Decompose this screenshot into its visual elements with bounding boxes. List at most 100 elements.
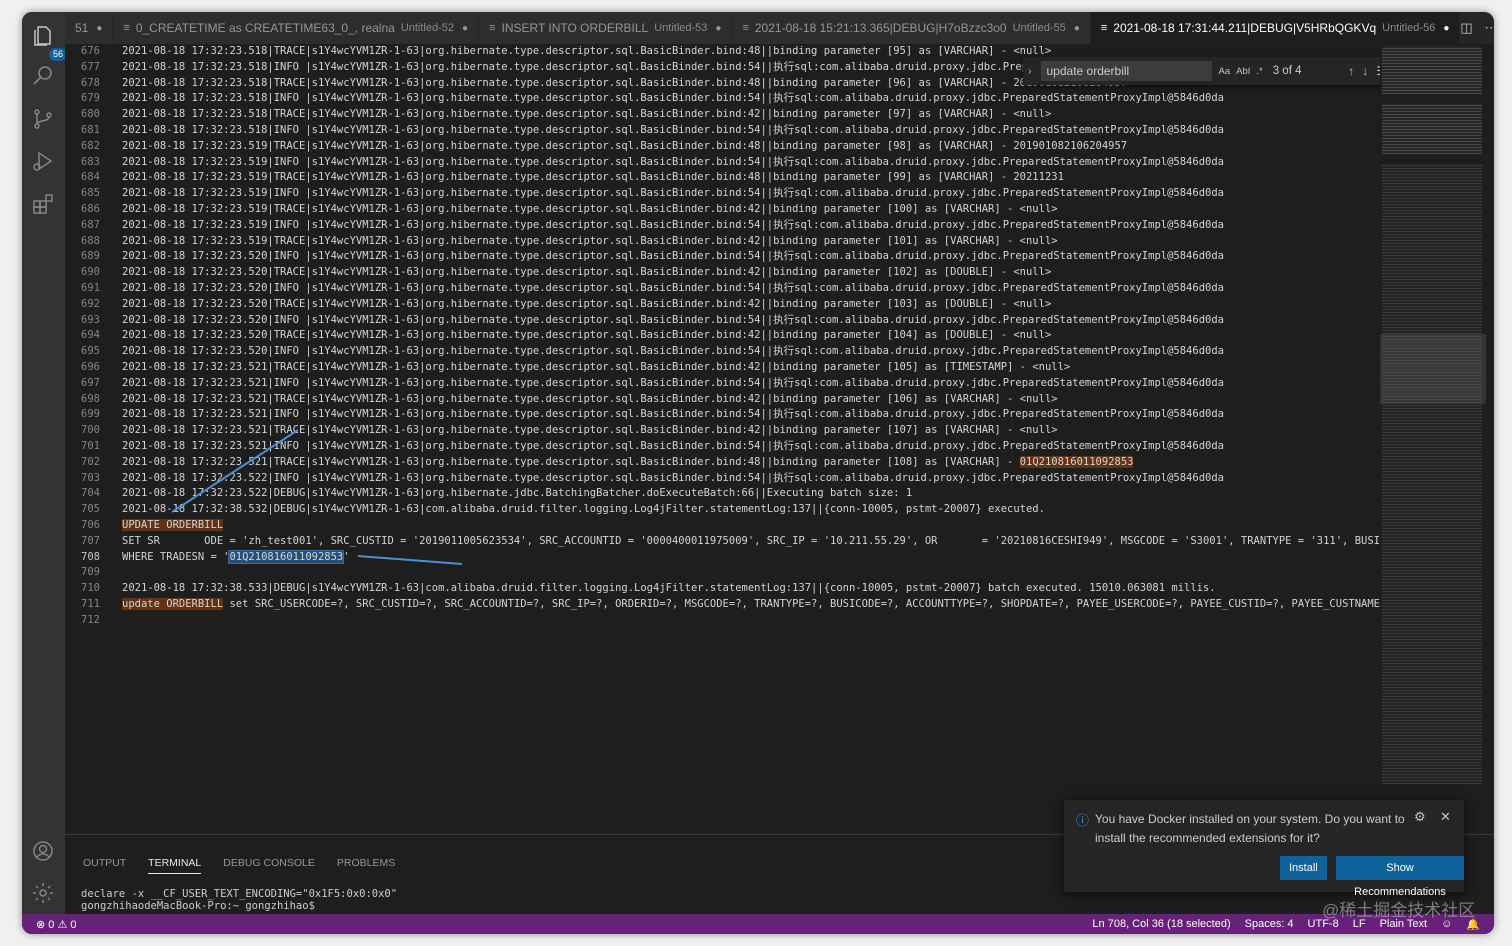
accounts-icon[interactable] [31, 839, 55, 863]
match-whole-word-icon[interactable]: AbI [1236, 66, 1250, 77]
line-text: ' [343, 550, 350, 563]
show-recommendations-button[interactable]: Show Recommendations [1336, 856, 1464, 898]
minimap[interactable] [1380, 44, 1494, 790]
editor-tab-untitled-55[interactable]: ≡ 2021-08-18 15:21:13.365|DEBUG|H7oBzzc3… [732, 12, 1091, 44]
search-icon[interactable] [31, 64, 55, 88]
line-text: 2021-08-18 17:32:23.521|INFO |s1Y4wcYVM1… [122, 439, 1224, 452]
line-text: 2021-08-18 17:32:23.521|TRACE|s1Y4wcYVM1… [122, 455, 1020, 468]
previous-match-arrow-up-icon[interactable]: ↑ [1348, 64, 1354, 78]
code-line[interactable]: 693 2021-08-18 17:32:23.520|INFO |s1Y4wcY… [65, 313, 1380, 329]
panel-tab-output[interactable]: OUTPUT [83, 857, 126, 874]
code-line[interactable]: 685 2021-08-18 17:32:23.519|INFO |s1Y4wcY… [65, 186, 1380, 202]
panel-tab-problems[interactable]: PROBLEMS [337, 857, 395, 874]
code-line[interactable]: 701 2021-08-18 17:32:23.521|INFO |s1Y4wcY… [65, 439, 1380, 455]
code-line[interactable]: 712 [65, 613, 1380, 629]
code-line[interactable]: 705 2021-08-18 17:32:38.532|DEBUG|s1Y4wcY… [65, 502, 1380, 518]
code-line[interactable]: 681 2021-08-18 17:32:23.518|INFO |s1Y4wcY… [65, 123, 1380, 139]
source-control-icon[interactable] [31, 107, 55, 131]
code-line[interactable]: 697 2021-08-18 17:32:23.521|INFO |s1Y4wcY… [65, 376, 1380, 392]
use-regex-icon[interactable]: .* [1256, 66, 1262, 77]
code-line[interactable]: 680 2021-08-18 17:32:23.518|TRACE|s1Y4wcY… [65, 107, 1380, 123]
cursor-position[interactable]: Ln 708, Col 36 (18 selected) [1092, 918, 1230, 931]
line-text: set SRC_USERCODE=?, SRC_CUSTID=?, SRC_AC… [223, 597, 1380, 610]
code-line[interactable]: 698 2021-08-18 17:32:23.521|TRACE|s1Y4wcY… [65, 392, 1380, 408]
panel-tab-debug-console[interactable]: DEBUG CONSOLE [223, 857, 315, 874]
notification-settings-gear-icon[interactable]: ⚙ [1414, 809, 1426, 825]
editor-tab-untitled-56[interactable]: ≡ 2021-08-18 17:31:44.211|DEBUG|V5HRbQGK… [1090, 12, 1461, 44]
line-text: 2021-08-18 17:32:23.521|INFO |s1Y4wcYVM1… [122, 408, 1224, 421]
code-line[interactable]: 709 [65, 565, 1380, 581]
code-line[interactable]: 691 2021-08-18 17:32:23.520|INFO |s1Y4wcY… [65, 281, 1380, 297]
file-lines-icon: ≡ [489, 22, 496, 34]
line-text: 2021-08-18 17:32:23.519|TRACE|s1Y4wcYVM1… [122, 234, 1058, 247]
tab-description: Untitled-56 [1382, 22, 1436, 34]
line-number: 697 [81, 376, 100, 389]
code-line[interactable]: 703 2021-08-18 17:32:23.522|INFO |s1Y4wcY… [65, 471, 1380, 487]
unsaved-dot-icon[interactable]: ● [1443, 23, 1449, 34]
editor-tab-51[interactable]: 51 ● [65, 12, 114, 44]
unsaved-dot-icon[interactable]: ● [462, 23, 468, 34]
match-case-icon[interactable]: Aa [1218, 66, 1230, 77]
code-line[interactable]: 706 UPDATE ORDERBILL [65, 518, 1380, 534]
code-line[interactable]: 704 2021-08-18 17:32:23.522|DEBUG|s1Y4wcY… [65, 486, 1380, 502]
settings-gear-icon[interactable] [31, 881, 55, 905]
explorer-icon[interactable]: 56 [31, 24, 68, 61]
code-line[interactable]: 694 2021-08-18 17:32:23.520|TRACE|s1Y4wcY… [65, 328, 1380, 344]
find-input[interactable] [1040, 61, 1213, 81]
line-text: 2021-08-18 17:32:23.519|INFO |s1Y4wcYVM1… [122, 187, 1224, 200]
code-line[interactable]: 684 2021-08-18 17:32:23.519|TRACE|s1Y4wcY… [65, 170, 1380, 186]
editor-tab-untitled-53[interactable]: ≡ INSERT INTO ORDERBILL Untitled-53 ● [479, 12, 733, 44]
run-debug-icon[interactable] [31, 149, 55, 173]
line-number: 685 [81, 187, 100, 200]
minimap-slider[interactable] [1380, 334, 1488, 404]
line-text: 2021-08-18 17:32:23.520|INFO |s1Y4wcYVM1… [122, 345, 1224, 358]
line-number: 710 [81, 582, 100, 595]
extensions-icon[interactable] [31, 192, 55, 216]
unsaved-dot-icon[interactable]: ● [715, 23, 721, 34]
watermark: @稀土掘金技术社区 [1322, 901, 1476, 920]
line-number: 692 [81, 297, 100, 310]
code-line[interactable]: 702 2021-08-18 17:32:23.521|TRACE|s1Y4wcY… [65, 455, 1380, 471]
line-text: 2021-08-18 17:32:23.520|TRACE|s1Y4wcYVM1… [122, 329, 1052, 342]
toggle-replace-chevron-icon[interactable]: › [1023, 66, 1037, 77]
code-line[interactable]: 688 2021-08-18 17:32:23.519|TRACE|s1Y4wcY… [65, 234, 1380, 250]
split-editor-icon[interactable]: ◫ [1460, 20, 1472, 36]
terminal-prompt[interactable]: gongzhihaodeMacBook-Pro:~ gongzhihao$ [81, 900, 315, 912]
line-text: 2021-08-18 17:32:23.521|TRACE|s1Y4wcYVM1… [122, 360, 1071, 373]
indentation[interactable]: Spaces: 4 [1245, 918, 1294, 931]
code-line[interactable]: 689 2021-08-18 17:32:23.520|INFO |s1Y4wcY… [65, 249, 1380, 265]
code-line[interactable]: 708 WHERE TRADESN = '01Q210816011092853' [65, 549, 1380, 566]
code-line[interactable]: 682 2021-08-18 17:32:23.519|TRACE|s1Y4wcY… [65, 139, 1380, 155]
line-text: 2021-08-18 17:32:38.533|DEBUG|s1Y4wcYVM1… [122, 582, 1216, 595]
problems-status[interactable]: ⊗ 0 ⚠ 0 [36, 918, 77, 931]
code-line[interactable]: 679 2021-08-18 17:32:23.518|INFO |s1Y4wcY… [65, 91, 1380, 107]
code-line[interactable]: 707 SET SR ODE = 'zh_test001', SRC_CUSTID… [65, 534, 1380, 550]
line-number: 678 [81, 76, 100, 89]
more-actions-icon[interactable]: ⋯ [1485, 20, 1494, 36]
tab-description: Untitled-55 [1012, 22, 1066, 34]
code-line[interactable]: 683 2021-08-18 17:32:23.519|INFO |s1Y4wcY… [65, 155, 1380, 171]
vertical-scrollbar[interactable] [1486, 44, 1494, 790]
install-button[interactable]: Install [1280, 856, 1327, 880]
notification-close-icon[interactable]: ✕ [1440, 809, 1451, 825]
next-match-arrow-down-icon[interactable]: ↓ [1362, 64, 1368, 78]
terminal-line: declare -x __CF_USER_TEXT_ENCODING="0x1F… [81, 888, 398, 900]
editor-text-area[interactable]: 676 2021-08-18 17:32:23.518|TRACE|s1Y4wcY… [65, 44, 1380, 834]
unsaved-dot-icon[interactable]: ● [1074, 23, 1080, 34]
code-line[interactable]: 700 2021-08-18 17:32:23.521|TRACE|s1Y4wcY… [65, 423, 1380, 439]
find-match-count: 3 of 4 [1272, 65, 1302, 77]
code-line[interactable]: 695 2021-08-18 17:32:23.520|INFO |s1Y4wcY… [65, 344, 1380, 360]
code-line[interactable]: 696 2021-08-18 17:32:23.521|TRACE|s1Y4wcY… [65, 360, 1380, 376]
code-line[interactable]: 686 2021-08-18 17:32:23.519|TRACE|s1Y4wcY… [65, 202, 1380, 218]
code-line[interactable]: 692 2021-08-18 17:32:23.520|TRACE|s1Y4wcY… [65, 297, 1380, 313]
code-line[interactable]: 690 2021-08-18 17:32:23.520|TRACE|s1Y4wcY… [65, 265, 1380, 281]
minimap-block [1382, 104, 1482, 154]
code-line[interactable]: 699 2021-08-18 17:32:23.521|INFO |s1Y4wcY… [65, 407, 1380, 423]
unsaved-dot-icon[interactable]: ● [96, 23, 102, 34]
code-line[interactable]: 710 2021-08-18 17:32:38.533|DEBUG|s1Y4wcY… [65, 581, 1380, 597]
panel-tab-terminal[interactable]: TERMINAL [148, 857, 202, 874]
editor-tab-untitled-52[interactable]: ≡ 0_CREATETIME as CREATETIME63_0_, realn… [113, 12, 480, 44]
line-text: 2021-08-18 17:32:23.518|TRACE|s1Y4wcYVM1… [122, 45, 1052, 57]
code-line[interactable]: 711 update ORDERBILL set SRC_USERCODE=?, … [65, 597, 1380, 613]
code-line[interactable]: 687 2021-08-18 17:32:23.519|INFO |s1Y4wcY… [65, 218, 1380, 234]
